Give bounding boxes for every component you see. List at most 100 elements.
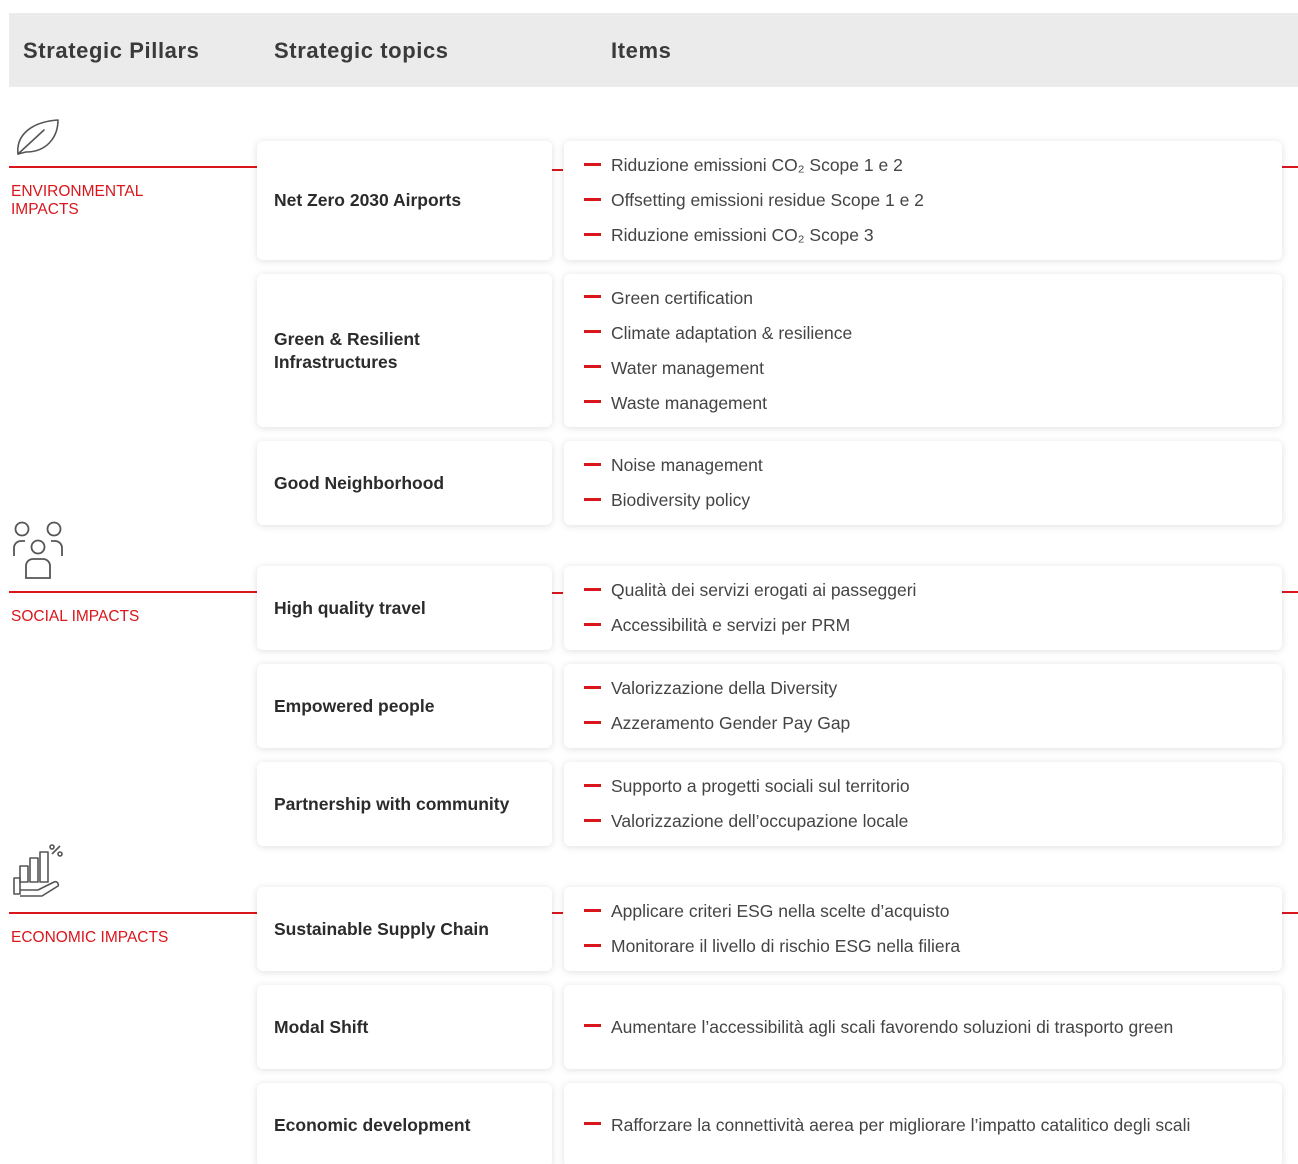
header-items: Items [611, 38, 672, 63]
people-icon [13, 521, 63, 579]
topic-label: Green & Resilient Infrastructures [274, 328, 420, 372]
list-item: Applicare criteri ESG nella scelte d’acq… [584, 894, 1282, 929]
dash-marker [584, 622, 601, 626]
header-strategic-topics: Strategic topics [274, 38, 449, 63]
topic-card: Empowered people [257, 664, 552, 748]
items-card: Valorizzazione della Diversity Azzeramen… [564, 664, 1282, 748]
list-item: Qualità dei servizi erogati ai passegger… [584, 573, 1282, 608]
list-item: Riduzione emissioni CO₂ Scope 1 e 2 [584, 148, 1282, 183]
list-item: Accessibilità e servizi per PRM [584, 608, 1282, 643]
topic-card: High quality travel [257, 566, 552, 650]
items-card: Riduzione emissioni CO₂ Scope 1 e 2 Offs… [564, 141, 1282, 260]
item-text: Biodiversity policy [611, 490, 751, 510]
item-text: Aumentare l’accessibilità agli scali fav… [611, 1016, 1174, 1037]
topic-card: Net Zero 2030 Airports [257, 141, 552, 260]
item-text: Riduzione emissioni CO₂ Scope 1 e 2 [611, 155, 903, 175]
list-item: Riduzione emissioni CO₂ Scope 3 [584, 218, 1282, 253]
list-item: Waste management [584, 386, 1282, 421]
items-card: Qualità dei servizi erogati ai passegger… [564, 566, 1282, 650]
item-text: Qualità dei servizi erogati ai passegger… [611, 580, 917, 600]
items-card: Applicare criteri ESG nella scelte d’acq… [564, 887, 1282, 971]
topic-label: Economic development [274, 1114, 471, 1135]
list-item: Valorizzazione della Diversity [584, 671, 1282, 706]
items-card: Aumentare l’accessibilità agli scali fav… [564, 985, 1282, 1069]
connector-line [1282, 912, 1298, 914]
item-text: Valorizzazione dell’occupazione locale [611, 811, 909, 831]
item-text: Waste management [611, 392, 767, 413]
connector-line [552, 592, 563, 594]
header-strategic-pillars: Strategic Pillars [23, 38, 200, 63]
connector-line [1282, 166, 1298, 168]
table-header: Strategic Pillars Strategic topics Items [9, 13, 1298, 87]
dash-marker [584, 232, 601, 236]
list-item: Climate adaptation & resilience [584, 316, 1282, 351]
dash-marker [584, 497, 601, 501]
dash-marker [584, 462, 601, 466]
topic-label: Modal Shift [274, 1016, 369, 1037]
list-item: Aumentare l’accessibilità agli scali fav… [584, 1010, 1282, 1045]
items-card: Rafforzare la connettività aerea per mig… [564, 1083, 1282, 1164]
item-text: Azzeramento Gender Pay Gap [611, 713, 851, 733]
dash-marker [584, 330, 601, 333]
dash-marker [584, 908, 601, 912]
item-text: Climate adaptation & resilience [611, 322, 853, 343]
pillar-divider-economic [9, 912, 257, 914]
list-item: Valorizzazione dell’occupazione locale [584, 804, 1282, 839]
dash-marker [584, 1024, 601, 1027]
item-text: Riduzione emissioni CO₂ Scope 3 [611, 225, 874, 245]
item-text: Offsetting emissioni residue Scope 1 e 2 [611, 190, 924, 210]
topic-label: Empowered people [274, 695, 435, 716]
dash-marker [584, 685, 601, 689]
topic-card: Partnership with community [257, 762, 552, 846]
connector-line [1282, 591, 1298, 593]
topic-label: Good Neighborhood [274, 472, 445, 493]
topic-label: Net Zero 2030 Airports [274, 190, 462, 210]
item-text: Water management [611, 357, 765, 378]
dash-marker [584, 818, 601, 822]
pillar-divider-social [9, 591, 257, 593]
item-text: Supporto a progetti sociali sul territor… [611, 776, 910, 796]
items-card: Green certification Climate adaptation &… [564, 274, 1282, 427]
topic-label: Partnership with community [274, 793, 510, 814]
list-item: Biodiversity policy [584, 483, 1282, 518]
dash-marker [584, 400, 601, 403]
topic-card: Economic development [257, 1083, 552, 1164]
connector-line [552, 912, 563, 914]
topic-card: Good Neighborhood [257, 441, 552, 525]
list-item: Noise management [584, 448, 1282, 483]
topic-card: Green & Resilient Infrastructures [257, 274, 552, 427]
topic-card: Sustainable Supply Chain [257, 887, 552, 971]
dash-marker [584, 720, 601, 724]
connector-line [552, 169, 563, 171]
topic-card: Modal Shift [257, 985, 552, 1069]
item-text: Accessibilità e servizi per PRM [611, 615, 851, 635]
list-item: Rafforzare la connettività aerea per mig… [584, 1108, 1282, 1143]
item-text: Applicare criteri ESG nella scelte d’acq… [611, 901, 950, 921]
list-item: Monitorare il livello di rischio ESG nel… [584, 929, 1282, 964]
topic-label: Sustainable Supply Chain [274, 918, 489, 939]
dash-marker [584, 295, 601, 298]
list-item: Green certification [584, 281, 1282, 316]
item-text: Rafforzare la connettività aerea per mig… [611, 1114, 1191, 1135]
item-text: Valorizzazione della Diversity [611, 678, 838, 698]
list-item: Offsetting emissioni residue Scope 1 e 2 [584, 183, 1282, 218]
pillar-label-economic: ECONOMIC IMPACTS [11, 929, 169, 946]
items-card: Supporto a progetti sociali sul territor… [564, 762, 1282, 846]
dash-marker [584, 197, 601, 201]
list-item: Water management [584, 351, 1282, 386]
topic-label: High quality travel [274, 597, 426, 618]
dash-marker [584, 587, 601, 591]
dash-marker [584, 783, 601, 787]
dash-marker [584, 162, 601, 166]
list-item: Azzeramento Gender Pay Gap [584, 706, 1282, 741]
dash-marker [584, 943, 601, 947]
item-text: Monitorare il livello di rischio ESG nel… [611, 936, 961, 956]
dash-marker [584, 1122, 601, 1125]
pillar-divider-environmental [9, 166, 257, 168]
pillar-label-social: SOCIAL IMPACTS [11, 608, 140, 625]
list-item: Supporto a progetti sociali sul territor… [584, 769, 1282, 804]
item-text: Green certification [611, 287, 754, 308]
item-text: Noise management [611, 455, 763, 475]
items-card: Noise management Biodiversity policy [564, 441, 1282, 525]
pillar-label-environmental: ENVIRONMENTAL IMPACTS [11, 183, 143, 218]
